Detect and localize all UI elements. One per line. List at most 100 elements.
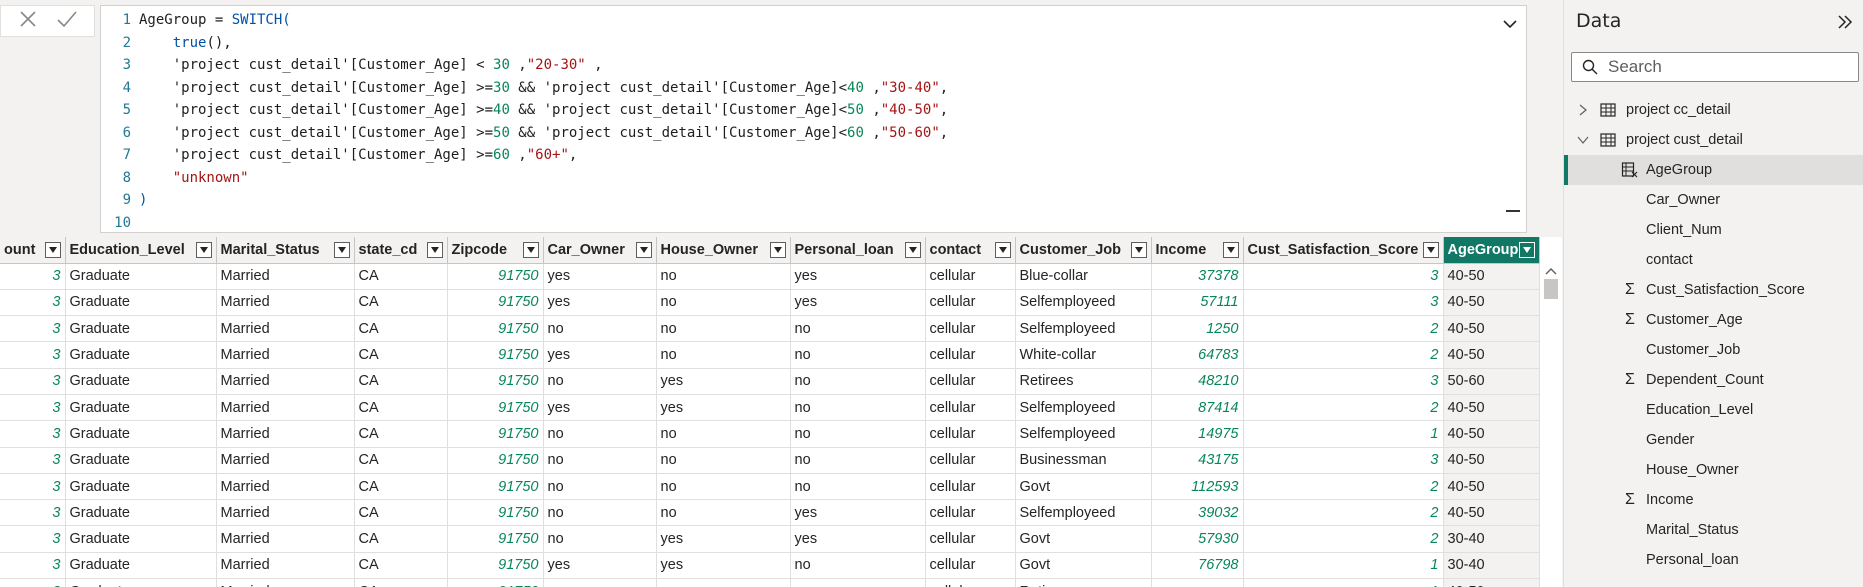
table-cell[interactable]: Retirees [1015, 578, 1152, 587]
table-row[interactable]: 3 Graduate Married CA 91750 no yes yes cellular G… [0, 525, 1540, 553]
table-cell[interactable]: 50-60 [1443, 368, 1540, 395]
table-cell[interactable]: 91750 [447, 394, 544, 422]
filter-dropdown-icon[interactable] [1518, 241, 1535, 258]
table-row[interactable]: 3 Graduate Married CA 91750 no no no cellular Bus… [0, 447, 1540, 474]
table-cell[interactable]: no [656, 341, 791, 369]
column-header[interactable]: Zipcode [447, 237, 544, 264]
column-header[interactable]: Income [1151, 237, 1244, 264]
table-cell[interactable]: Graduate [65, 447, 217, 474]
table-cell[interactable]: 3 [1243, 368, 1444, 395]
table-cell[interactable]: CA [354, 525, 448, 553]
table-cell[interactable]: 3 [0, 341, 66, 369]
filter-dropdown-icon[interactable] [769, 241, 786, 258]
table-cell[interactable]: cellular [925, 368, 1016, 395]
table-cell[interactable]: cellular [925, 473, 1016, 501]
table-cell[interactable]: cellular [925, 578, 1016, 587]
table-cell[interactable]: Graduate [65, 473, 217, 501]
table-cell[interactable]: 40-50 [1443, 315, 1540, 343]
field-item[interactable]: Marital_Status [1564, 515, 1863, 545]
chevron-down-icon[interactable] [1576, 133, 1590, 147]
table-cell[interactable]: yes [656, 525, 791, 553]
table-cell[interactable]: 91750 [447, 499, 544, 527]
table-cell[interactable]: Graduate [65, 499, 217, 527]
scrollbar-thumb[interactable] [1544, 279, 1558, 299]
filter-dropdown-icon[interactable] [904, 241, 921, 258]
table-cell[interactable]: 14975 [1151, 420, 1244, 448]
table-cell[interactable]: CA [354, 289, 448, 317]
table-cell[interactable]: yes [543, 552, 657, 580]
table-row[interactable]: 3GraduateMarriedCA91750 cellularRetirees 1… [0, 578, 1540, 587]
table-cell[interactable]: 2 [1243, 525, 1444, 553]
search-box[interactable] [1571, 52, 1859, 82]
filter-dropdown-icon[interactable] [994, 241, 1011, 258]
column-header[interactable]: Customer_Job [1015, 237, 1152, 264]
table-cell[interactable]: CA [354, 499, 448, 527]
table-cell[interactable]: 43175 [1151, 447, 1244, 474]
column-header[interactable]: Marital_Status [216, 237, 355, 264]
table-node[interactable]: project cc_detail [1564, 95, 1863, 125]
table-cell[interactable]: CA [354, 394, 448, 422]
table-cell[interactable]: 40-50 [1443, 499, 1540, 527]
table-cell[interactable]: no [790, 420, 926, 448]
table-cell[interactable]: no [656, 289, 791, 317]
table-cell[interactable]: 37378 [1151, 263, 1244, 290]
table-cell[interactable]: Blue-collar [1015, 263, 1152, 290]
table-cell[interactable]: Govt [1015, 473, 1152, 501]
table-cell[interactable]: 40-50 [1443, 341, 1540, 369]
table-cell[interactable]: Married [216, 315, 355, 343]
table-cell[interactable]: 3 [0, 447, 66, 474]
table-cell[interactable]: 91750 [447, 578, 544, 587]
table-cell[interactable]: Graduate [65, 341, 217, 369]
table-cell[interactable]: Selfemployeed [1015, 289, 1152, 317]
table-cell[interactable]: 40-50 [1443, 394, 1540, 422]
table-row[interactable]: 3 Graduate Married CA 91750 no no no cellular Sel… [0, 315, 1540, 343]
column-header[interactable]: Personal_loan [790, 237, 926, 264]
table-cell[interactable]: no [656, 473, 791, 501]
table-cell[interactable]: no [790, 473, 926, 501]
table-cell[interactable]: 3 [1243, 263, 1444, 290]
table-row[interactable]: 3 Graduate Married CA 91750 yes no yes cellular B… [0, 263, 1540, 290]
field-item[interactable]: Σ Customer_Age [1564, 305, 1863, 335]
table-cell[interactable]: 91750 [447, 552, 544, 580]
table-cell[interactable]: Married [216, 578, 355, 587]
table-cell[interactable]: 3 [0, 263, 66, 290]
table-cell[interactable]: CA [354, 341, 448, 369]
table-cell[interactable]: cellular [925, 499, 1016, 527]
table-cell[interactable]: CA [354, 263, 448, 290]
table-row[interactable]: 3 Graduate Married CA 91750 yes no yes cellular S… [0, 289, 1540, 317]
table-cell[interactable]: 3 [1243, 447, 1444, 474]
table-cell[interactable]: Married [216, 341, 355, 369]
scroll-up-icon[interactable] [1545, 266, 1557, 276]
column-header[interactable]: contact [925, 237, 1016, 264]
table-cell[interactable]: 40-50 [1443, 420, 1540, 448]
filter-dropdown-icon[interactable] [1222, 241, 1239, 258]
table-node[interactable]: project cust_detail [1564, 125, 1863, 155]
search-input[interactable] [1608, 57, 1828, 77]
table-cell[interactable]: Selfemployeed [1015, 315, 1152, 343]
table-cell[interactable]: 3 [0, 420, 66, 448]
field-item[interactable]: Car_Owner [1564, 185, 1863, 215]
column-header[interactable]: Cust_Satisfaction_Score [1243, 237, 1444, 264]
table-cell[interactable]: yes [543, 289, 657, 317]
field-item[interactable]: Client_Num [1564, 215, 1863, 245]
table-cell[interactable]: 40-50 [1443, 578, 1540, 587]
field-item[interactable]: Σ Dependent_Count [1564, 365, 1863, 395]
table-cell[interactable]: 87414 [1151, 394, 1244, 422]
field-item[interactable]: Personal_loan [1564, 545, 1863, 575]
table-cell[interactable]: 3 [0, 368, 66, 395]
filter-dropdown-icon[interactable] [195, 241, 212, 258]
field-item[interactable]: Σ Cust_Satisfaction_Score [1564, 275, 1863, 305]
table-cell[interactable]: cellular [925, 263, 1016, 290]
table-cell[interactable]: 39032 [1151, 499, 1244, 527]
table-cell[interactable]: 3 [0, 315, 66, 343]
column-header[interactable]: ount [0, 237, 66, 264]
table-cell[interactable]: Graduate [65, 315, 217, 343]
table-cell[interactable]: Retirees [1015, 368, 1152, 395]
table-cell[interactable]: no [543, 525, 657, 553]
table-cell[interactable]: yes [790, 499, 926, 527]
table-cell[interactable]: 1 [1243, 552, 1444, 580]
filter-dropdown-icon[interactable] [426, 241, 443, 258]
cancel-icon[interactable] [16, 7, 40, 35]
table-row[interactable]: 3 Graduate Married CA 91750 no no no cellular Sel… [0, 420, 1540, 448]
table-cell[interactable]: cellular [925, 289, 1016, 317]
